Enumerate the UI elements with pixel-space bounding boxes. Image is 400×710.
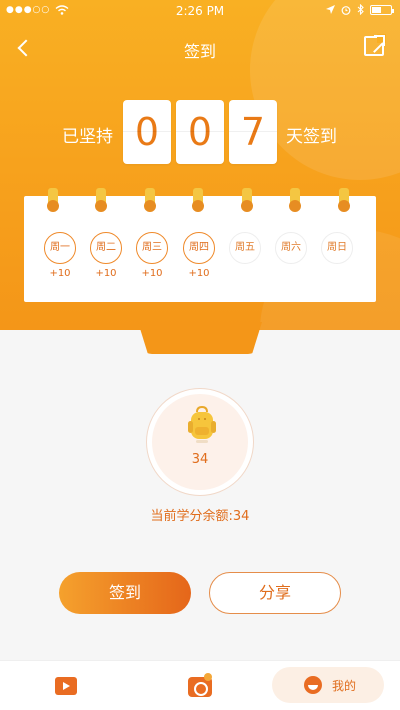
points-balance: 当前学分余额:34 [150,509,250,524]
face-icon [304,676,322,694]
streak-prefix: 已坚持 [62,127,113,147]
location-icon [326,5,335,14]
alarm-icon [341,5,351,15]
day-wednesday: 周三 +10 [136,232,168,279]
calendar-ring [289,188,301,212]
day-label: 周六 [275,232,307,264]
video-icon[interactable] [55,677,77,695]
calendar-ring [95,188,107,212]
backpack-icon [188,406,216,443]
calendar-ring [192,188,204,212]
tab-me-label: 我的 [332,679,357,693]
streak-digit: 0 [123,100,171,164]
points-value: 34 [191,452,209,467]
share-icon[interactable] [364,34,386,56]
streak-suffix: 天签到 [286,127,337,147]
streak-digit: 0 [176,100,224,164]
points-badge: 34 [146,388,254,496]
calendar-ring [144,188,156,212]
camera-icon[interactable] [188,673,212,697]
day-label: 周二 [90,232,122,264]
share-button[interactable]: 分享 [209,572,341,614]
day-label: 周四 [183,232,215,264]
bluetooth-icon [357,4,364,15]
calendar-ring [241,188,253,212]
status-bar: ●●●○○ 2:26 PM [0,0,400,22]
day-points: +10 [188,268,210,279]
tab-bar: 我的 [0,660,400,710]
page-title: 签到 [183,42,216,61]
streak-digit: 7 [229,100,277,164]
day-label: 周一 [44,232,76,264]
day-points: +10 [49,268,71,279]
day-points: +10 [141,268,163,279]
calendar-ring [338,188,350,212]
day-thursday: 周四 +10 [183,232,215,279]
banner-notch [138,322,262,354]
day-friday: 周五 [229,232,261,268]
day-monday: 周一 +10 [44,232,76,279]
day-sunday: 周日 [321,232,353,268]
day-points: +10 [95,268,117,279]
day-label: 周五 [229,232,261,264]
day-saturday: 周六 [275,232,307,268]
day-tuesday: 周二 +10 [90,232,122,279]
calendar-ring [47,188,59,212]
tab-me[interactable]: 我的 [272,667,384,703]
nav-bar: 签到 [0,30,400,66]
streak-counter: 已坚持 0 0 7 天签到 [0,100,400,164]
day-label: 周三 [136,232,168,264]
battery-icon [370,4,394,15]
checkin-button[interactable]: 签到 [59,572,191,614]
day-label: 周日 [321,232,353,264]
